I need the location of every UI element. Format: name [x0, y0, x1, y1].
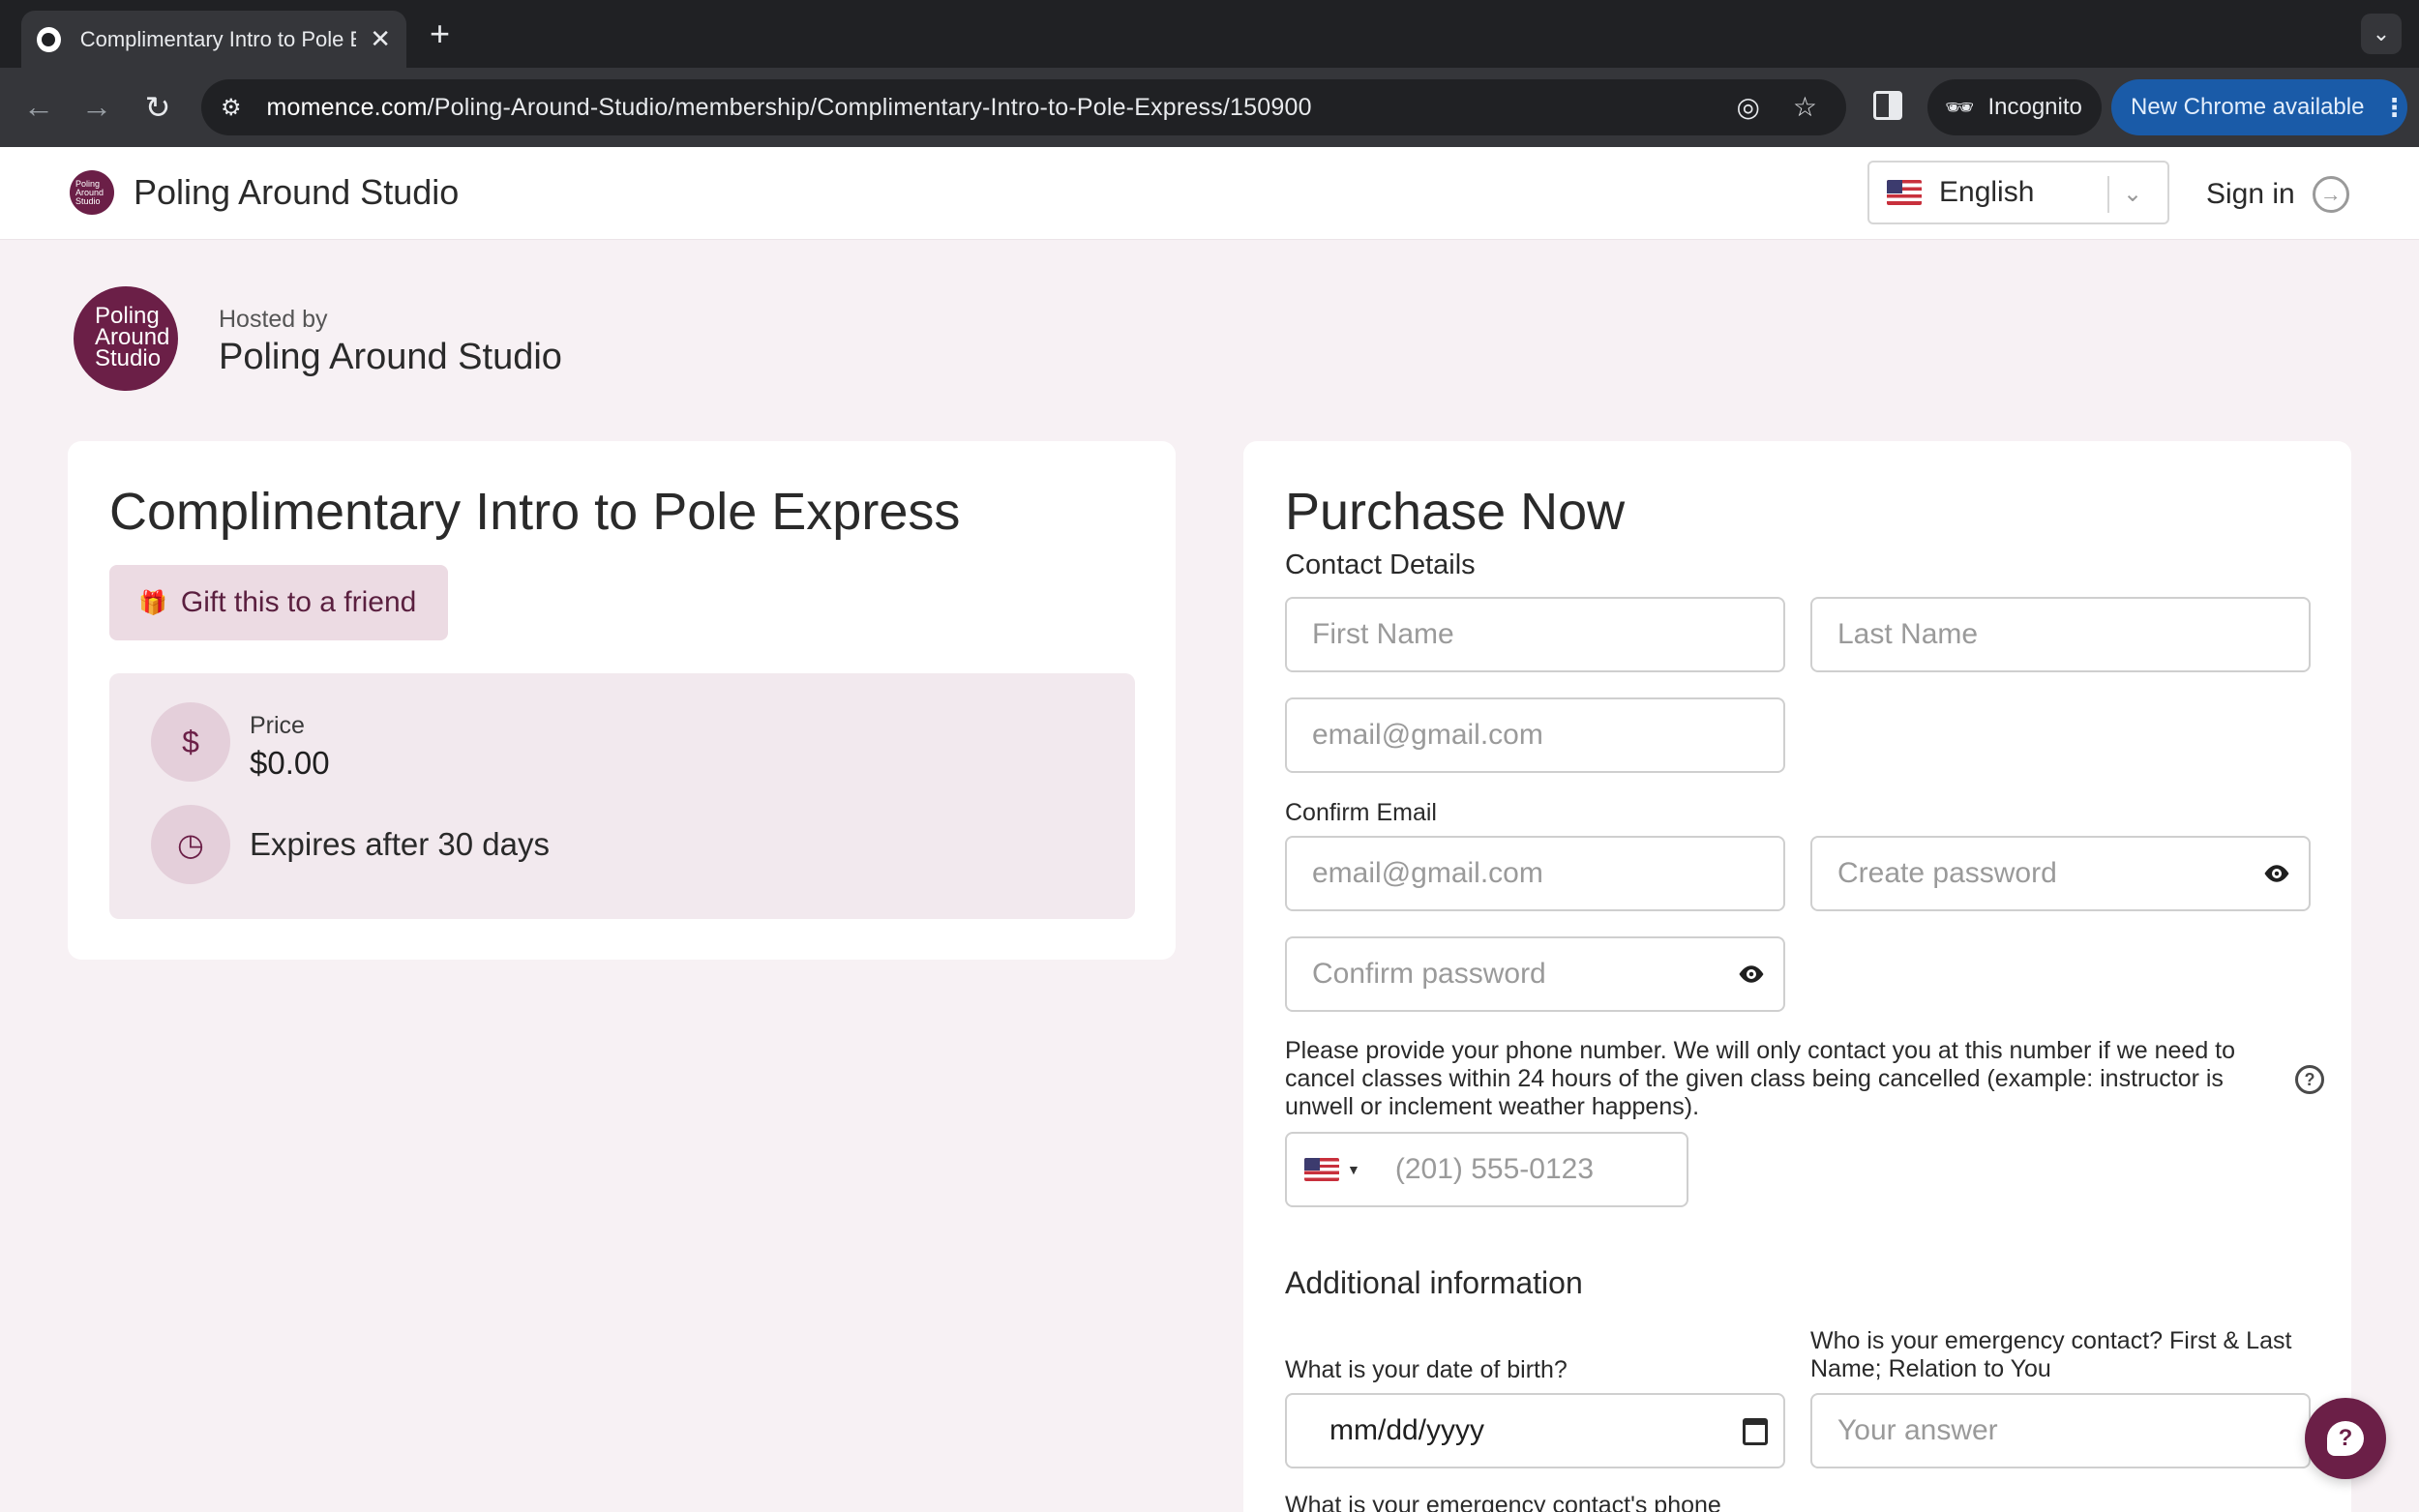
dob-label: What is your date of birth? [1285, 1356, 1568, 1383]
site-name[interactable]: Poling Around Studio [134, 172, 459, 213]
calendar-icon[interactable] [1743, 1418, 1768, 1445]
dollar-icon: $ [151, 702, 230, 782]
sign-in-label: Sign in [2206, 178, 2295, 210]
chevron-down-icon: ⌄ [2123, 181, 2143, 207]
tab-title: Complimentary Intro to Pole E [79, 26, 357, 51]
chat-icon: ? [2327, 1421, 2364, 1456]
membership-title: Complimentary Intro to Pole Express [109, 483, 961, 541]
tab-favicon-icon [37, 26, 61, 52]
browser-tab-bar: Complimentary Intro to Pole E ✕ + ⌄ [0, 0, 2419, 68]
hosted-by-label: Hosted by [219, 306, 328, 333]
purchase-title: Purchase Now [1285, 483, 1626, 541]
membership-card: Complimentary Intro to Pole Express 🎁 Gi… [68, 441, 1176, 960]
purchase-card: Purchase Now Contact Details First Name … [1243, 441, 2351, 1512]
kebab-menu-icon[interactable]: ⋮ [2381, 93, 2406, 123]
site-info-icon[interactable]: ⚙ [221, 94, 242, 122]
first-name-input[interactable]: First Name [1285, 597, 1785, 672]
country-flag-icon[interactable] [1304, 1158, 1339, 1181]
gift-label: Gift this to a friend [180, 586, 417, 618]
bookmark-star-icon[interactable]: ☆ [1793, 91, 1817, 123]
clock-icon: ◷ [151, 805, 230, 884]
host-logo: Poling Around Studio [74, 286, 178, 391]
studio-logo[interactable]: Poling Around Studio [70, 170, 114, 215]
back-icon[interactable]: ← [19, 89, 58, 125]
last-name-input[interactable]: Last Name [1810, 597, 2311, 672]
address-bar[interactable]: ⚙ momence.com/Poling-Around-Studio/membe… [201, 79, 1846, 135]
gift-button[interactable]: 🎁 Gift this to a friend [109, 565, 448, 640]
eye-icon[interactable] [1737, 960, 1766, 989]
incognito-label: Incognito [1987, 94, 2082, 120]
language-label: English [1939, 176, 2035, 208]
confirm-email-input[interactable]: email@gmail.com [1285, 836, 1785, 911]
reload-icon[interactable]: ↻ [138, 89, 177, 126]
update-chrome-label: New Chrome available [2131, 94, 2365, 120]
sign-in-button[interactable]: Sign in → [2206, 176, 2349, 213]
tab-search-icon[interactable]: ⌄ [2361, 14, 2402, 54]
browser-tab[interactable]: Complimentary Intro to Pole E ✕ [21, 11, 406, 68]
language-select[interactable]: English ⌄ [1867, 161, 2169, 224]
phone-note: Please provide your phone number. We wil… [1285, 1037, 2236, 1120]
host-name: Poling Around Studio [219, 337, 562, 377]
phone-input[interactable]: ▼ (201) 555-0123 [1285, 1132, 1688, 1207]
eye-off-icon[interactable]: ◎ [1736, 91, 1759, 123]
email-input[interactable]: email@gmail.com [1285, 697, 1785, 773]
confirm-email-label: Confirm Email [1285, 799, 1437, 826]
tab-close-icon[interactable]: ✕ [370, 24, 391, 54]
browser-toolbar: ← → ↻ ⚙ momence.com/Poling-Around-Studio… [0, 68, 2419, 147]
incognito-icon: 🕶 [1945, 94, 1975, 121]
update-chrome-button[interactable]: New Chrome available ⋮ [2111, 79, 2407, 135]
help-chat-button[interactable]: ? [2305, 1398, 2386, 1479]
membership-info-box: $ Price $0.00 ◷ Expires after 30 days [109, 673, 1135, 919]
emergency-contact-label: Who is your emergency contact? First & L… [1810, 1327, 2292, 1382]
emergency-contact-input[interactable]: Your answer [1810, 1393, 2311, 1468]
create-password-input[interactable]: Create password [1810, 836, 2311, 911]
forward-icon[interactable]: → [77, 89, 116, 125]
expiry-text: Expires after 30 days [250, 826, 550, 862]
price-value: $0.00 [250, 745, 330, 781]
dob-input[interactable]: mm/dd/yyyy [1285, 1393, 1785, 1468]
gift-icon: 🎁 [138, 589, 167, 616]
new-tab-button[interactable]: + [430, 14, 450, 54]
emergency-phone-label: What is your emergency contact's phone [1285, 1492, 1721, 1512]
site-header: Poling Around Studio Poling Around Studi… [0, 147, 2419, 240]
url-text: momence.com/Poling-Around-Studio/members… [266, 93, 1312, 121]
eye-icon[interactable] [2262, 859, 2291, 888]
additional-info-heading: Additional information [1285, 1265, 1583, 1300]
country-caret-icon[interactable]: ▼ [1347, 1162, 1360, 1177]
us-flag-icon [1887, 180, 1922, 205]
signin-icon: → [2312, 176, 2349, 213]
contact-details-heading: Contact Details [1285, 549, 1476, 580]
confirm-password-input[interactable]: Confirm password [1285, 936, 1785, 1012]
side-panel-icon[interactable] [1873, 91, 1902, 120]
language-divider [2107, 176, 2109, 213]
incognito-badge[interactable]: 🕶 Incognito [1927, 79, 2102, 135]
help-icon[interactable]: ? [2295, 1065, 2324, 1094]
price-label: Price [250, 712, 305, 739]
